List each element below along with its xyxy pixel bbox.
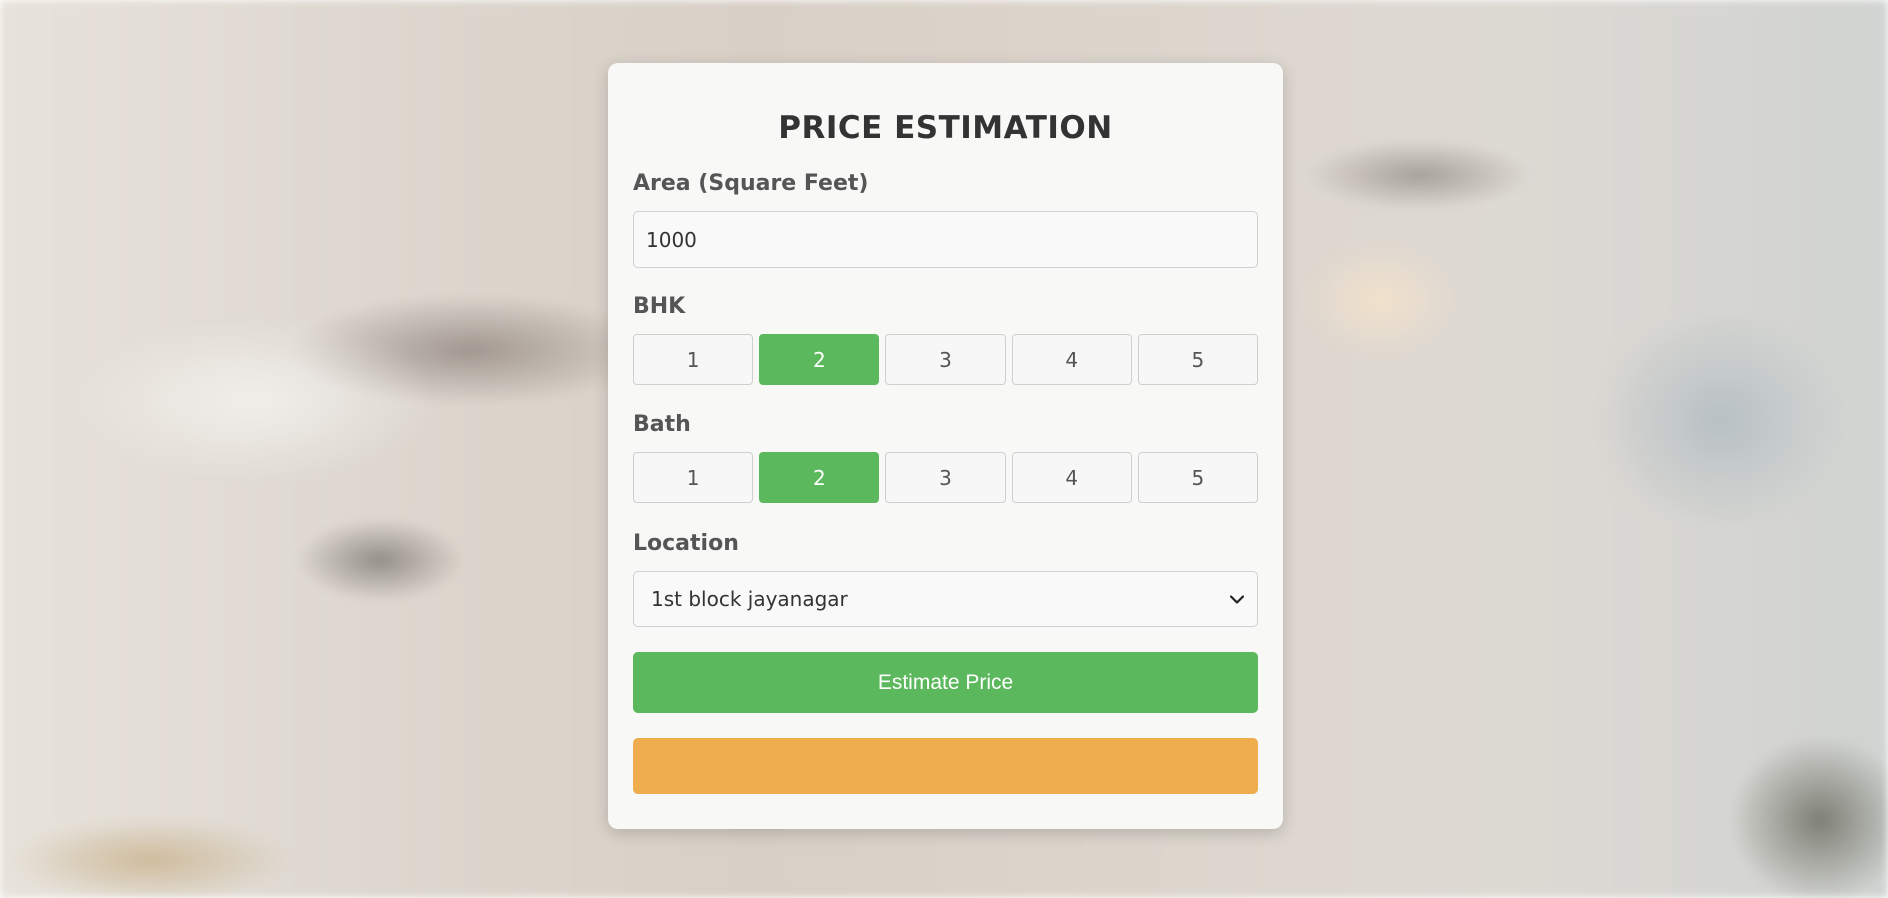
bath-option-1[interactable]: 1	[633, 452, 754, 503]
bath-options: 1 2 3 4 5	[633, 452, 1259, 503]
result-box	[633, 738, 1258, 794]
bath-option-3[interactable]: 3	[885, 452, 1006, 503]
location-label: Location	[633, 531, 739, 556]
page-title: PRICE ESTIMATION	[778, 110, 1113, 146]
bhk-option-4[interactable]: 4	[1011, 334, 1132, 385]
estimate-price-button[interactable]: Estimate Price	[633, 652, 1258, 713]
bhk-option-5[interactable]: 5	[1137, 334, 1259, 385]
area-input[interactable]: 1000	[633, 211, 1258, 268]
location-selected-value: 1st block jayanagar	[651, 587, 848, 611]
bhk-label: BHK	[633, 294, 686, 319]
bath-option-4[interactable]: 4	[1011, 452, 1132, 503]
location-select[interactable]: 1st block jayanagar	[633, 571, 1258, 627]
chevron-down-icon	[1229, 591, 1245, 607]
page: PRICE ESTIMATION Area (Square Feet) 1000…	[0, 0, 1888, 898]
bhk-option-1[interactable]: 1	[633, 334, 754, 385]
bath-option-2[interactable]: 2	[759, 452, 880, 503]
bath-option-5[interactable]: 5	[1137, 452, 1259, 503]
bhk-option-3[interactable]: 3	[885, 334, 1006, 385]
area-label: Area (Square Feet)	[633, 171, 869, 196]
bath-label: Bath	[633, 412, 691, 437]
bhk-option-2[interactable]: 2	[759, 334, 880, 385]
bhk-options: 1 2 3 4 5	[633, 334, 1259, 385]
price-estimation-card: PRICE ESTIMATION Area (Square Feet) 1000…	[608, 63, 1283, 829]
